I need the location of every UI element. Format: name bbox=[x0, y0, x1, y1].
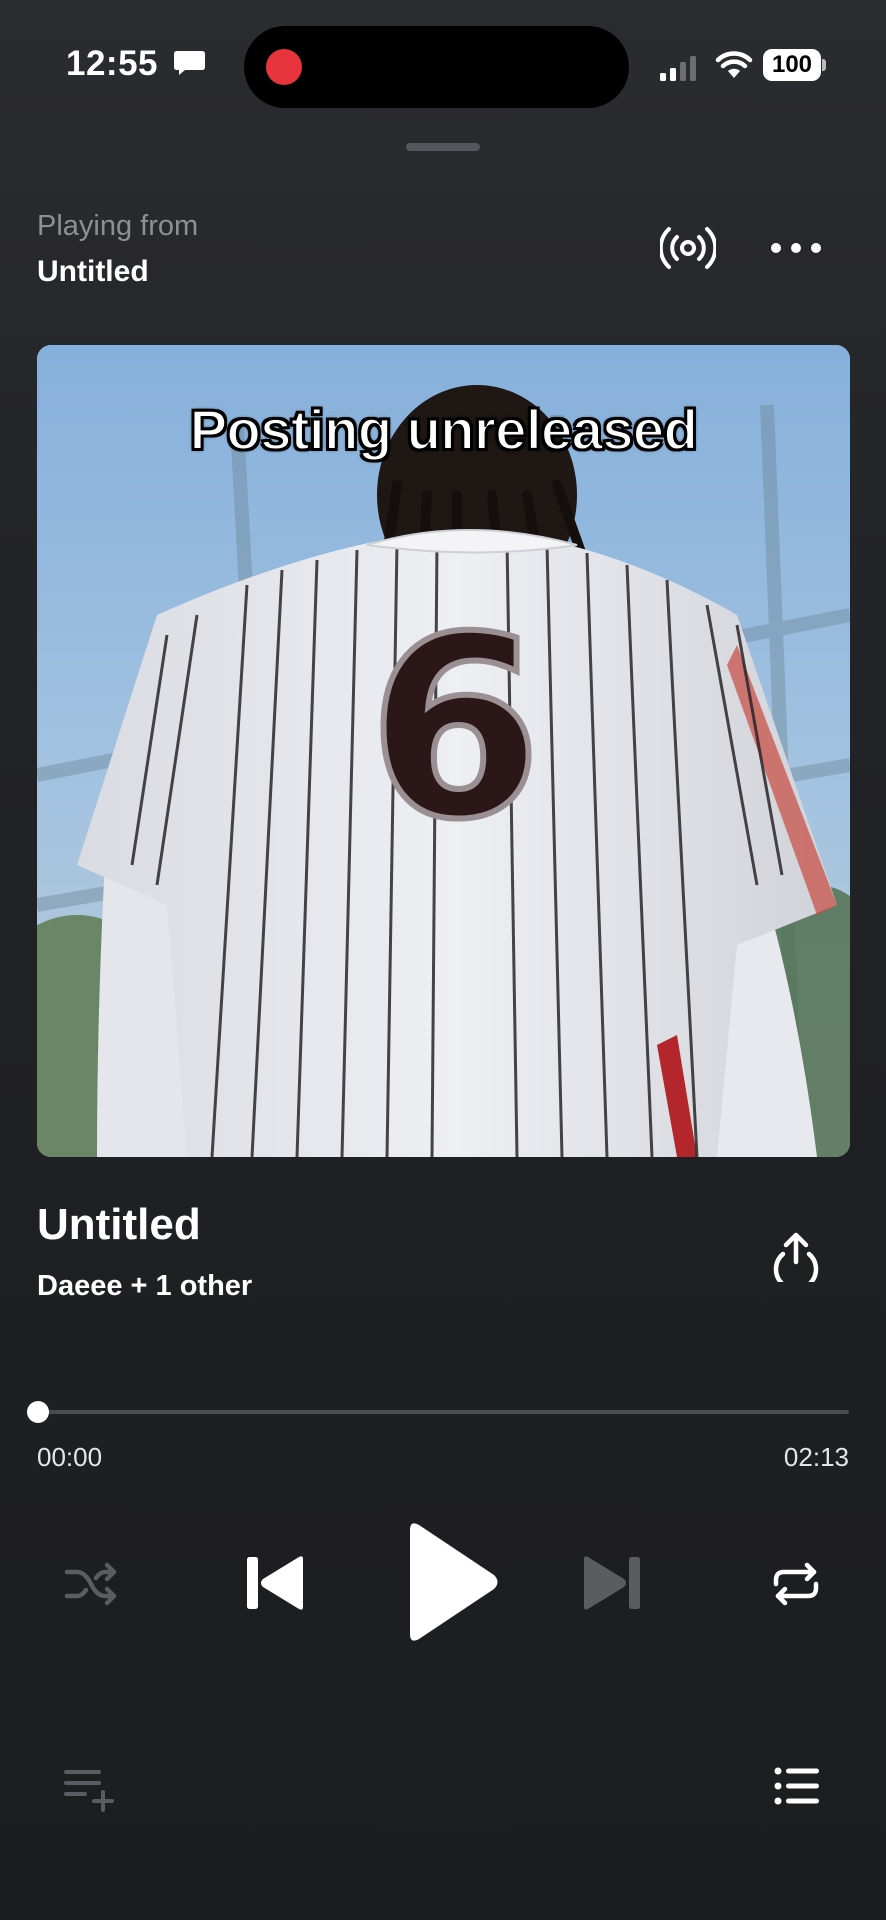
album-artwork: 6 Posting unreleased bbox=[37, 345, 850, 1157]
broadcast-icon[interactable] bbox=[660, 222, 716, 274]
battery-cap bbox=[822, 59, 826, 71]
add-to-queue-icon[interactable] bbox=[63, 1768, 117, 1812]
play-button[interactable] bbox=[404, 1520, 500, 1644]
shuffle-icon[interactable] bbox=[63, 1560, 119, 1608]
cellular-signal-icon bbox=[660, 56, 696, 81]
share-icon[interactable] bbox=[770, 1230, 822, 1282]
track-title[interactable]: Untitled bbox=[37, 1200, 201, 1250]
time-elapsed: 00:00 bbox=[37, 1442, 103, 1472]
sheet-grabber[interactable] bbox=[406, 143, 480, 151]
track-artist[interactable]: Daeee + 1 other bbox=[37, 1270, 252, 1303]
time-total: 02:13 bbox=[783, 1442, 849, 1472]
progress-thumb[interactable] bbox=[27, 1401, 49, 1423]
queue-list-icon[interactable] bbox=[774, 1766, 820, 1806]
message-notification-icon bbox=[174, 51, 205, 75]
repeat-icon[interactable] bbox=[770, 1560, 822, 1608]
artwork-image: 6 bbox=[37, 345, 850, 1157]
more-options-icon[interactable] bbox=[770, 236, 822, 260]
playing-from-title[interactable]: Untitled bbox=[37, 255, 149, 289]
playing-from-label: Playing from bbox=[37, 210, 199, 242]
skip-previous-button[interactable] bbox=[243, 1553, 309, 1613]
jersey-number: 6 bbox=[368, 583, 542, 874]
recording-indicator bbox=[266, 49, 302, 85]
progress-track[interactable] bbox=[37, 1410, 849, 1414]
artwork-caption: Posting unreleased bbox=[189, 397, 699, 462]
skip-next-button[interactable] bbox=[578, 1553, 644, 1613]
battery-indicator: 100 bbox=[763, 49, 821, 81]
wifi-icon bbox=[715, 51, 753, 78]
status-time: 12:55 bbox=[66, 44, 159, 83]
